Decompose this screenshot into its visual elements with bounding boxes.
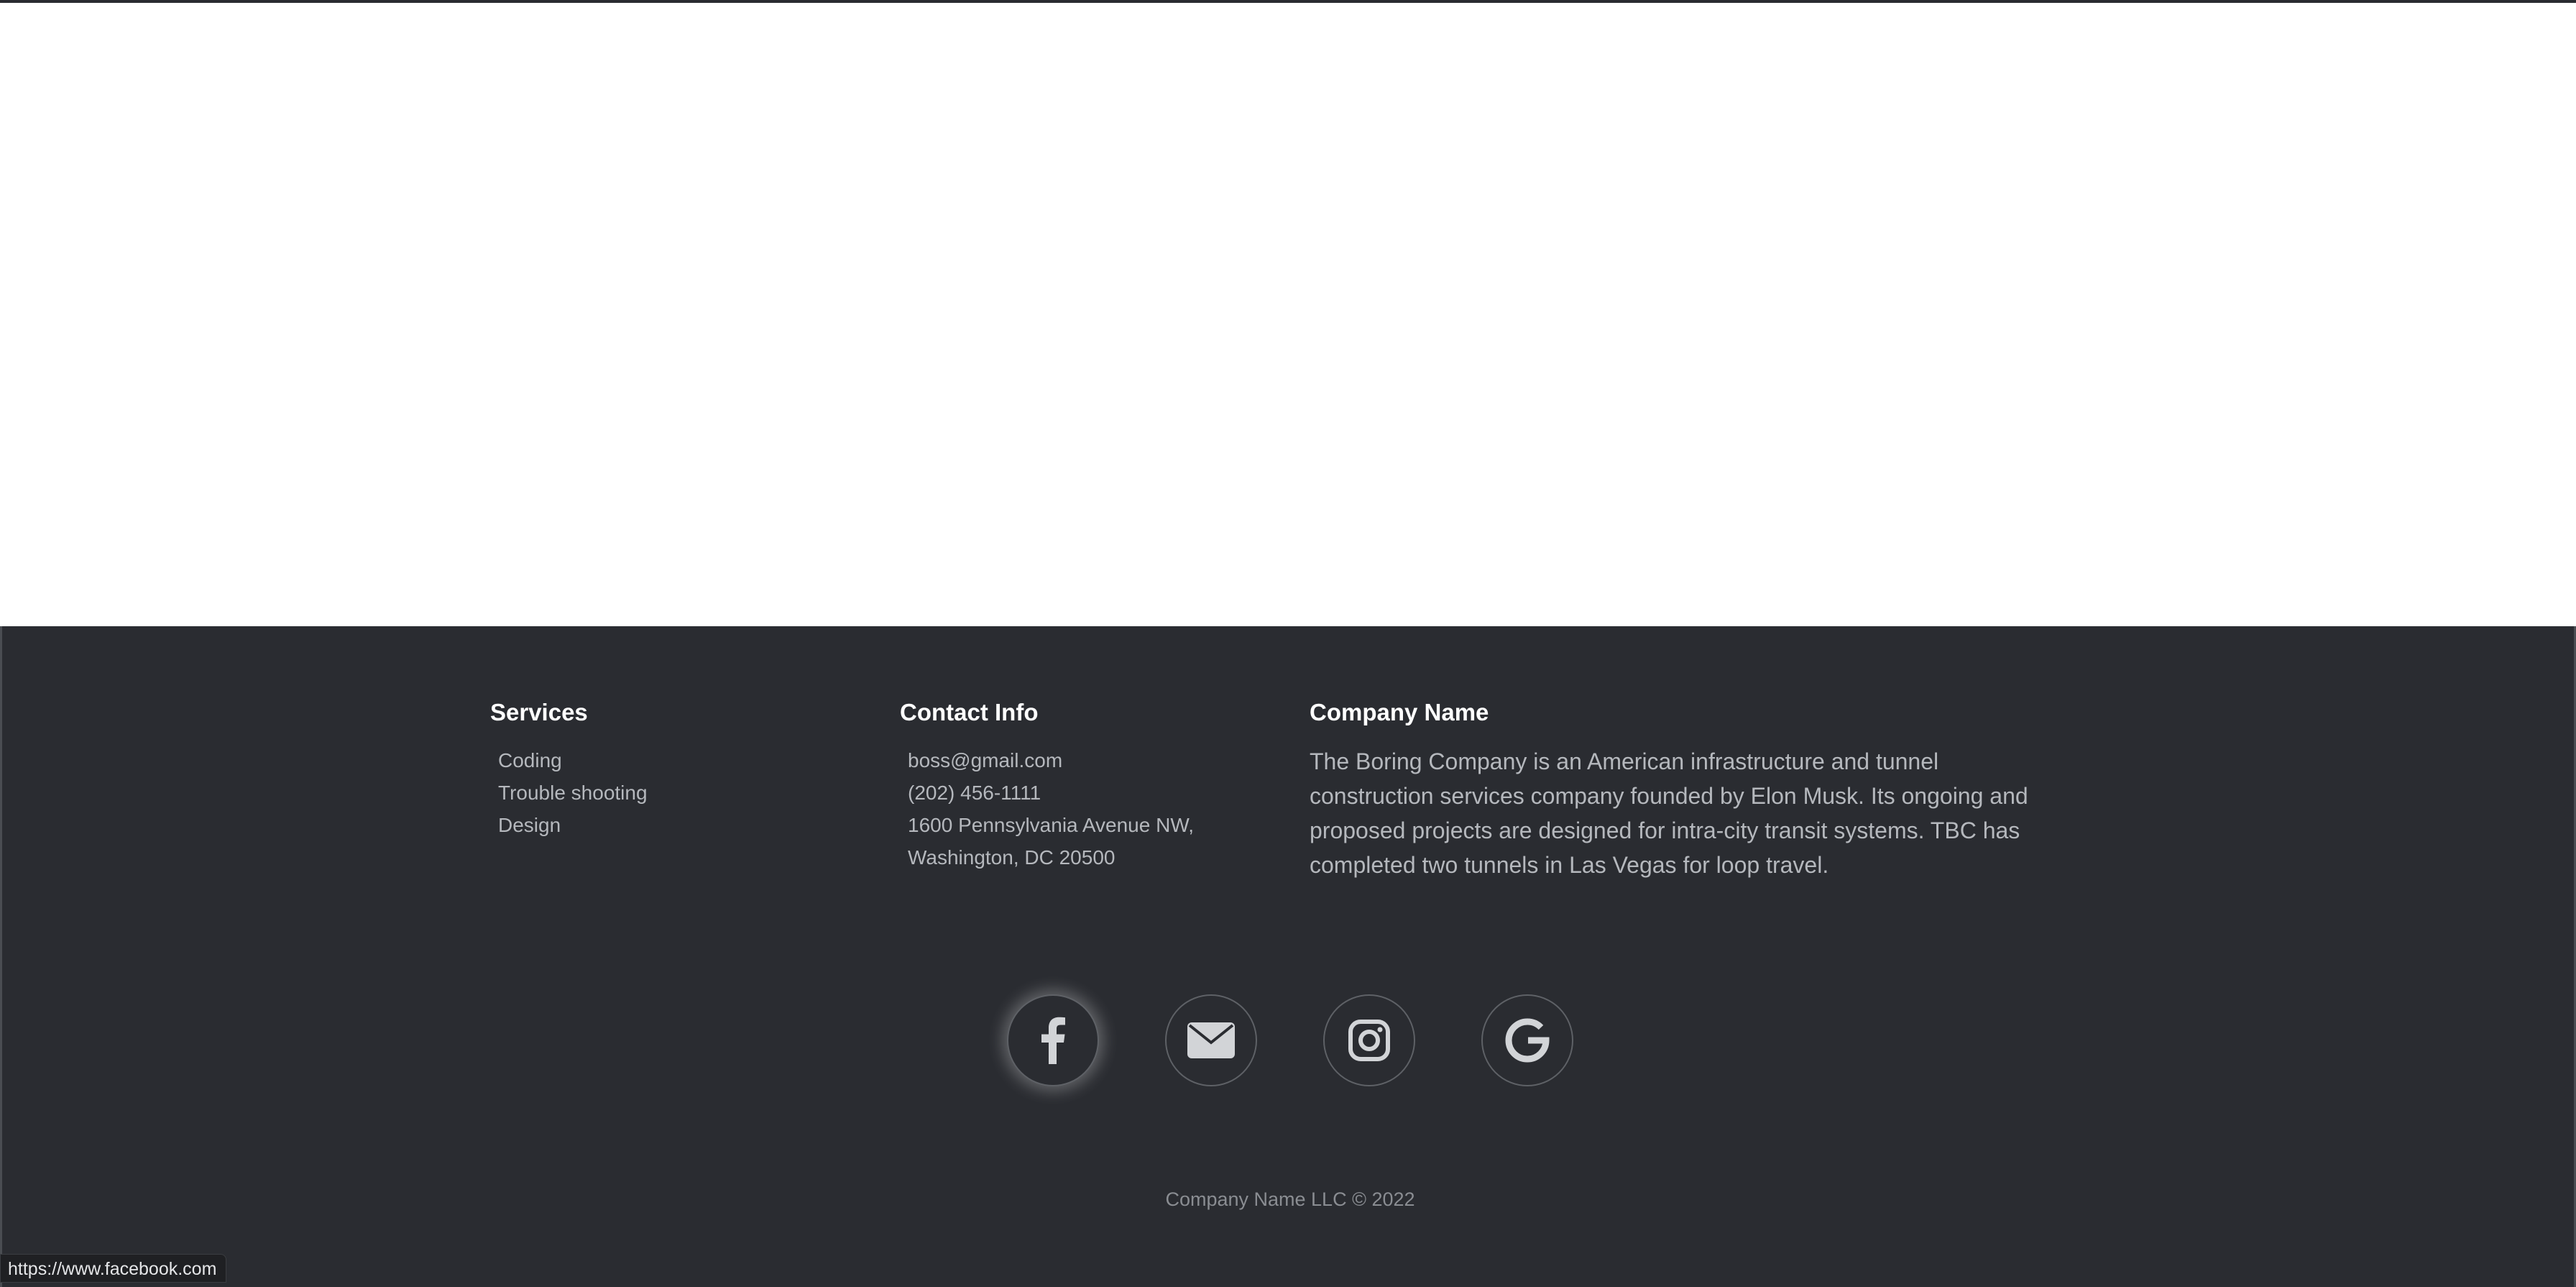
service-item-coding[interactable]: Coding [498, 744, 878, 777]
google-icon [1504, 1017, 1550, 1063]
google-button[interactable] [1481, 994, 1573, 1086]
company-column: Company Name The Boring Company is an Am… [1310, 697, 2057, 882]
service-item-trouble-shooting[interactable]: Trouble shooting [498, 777, 878, 809]
contact-list: boss@gmail.com (202) 456-1111 1600 Penns… [900, 744, 1288, 874]
company-description: The Boring Company is an American infras… [1310, 748, 2028, 878]
contact-address-line1: 1600 Pennsylvania Avenue NW, [908, 814, 1194, 836]
instagram-icon [1348, 1019, 1391, 1062]
service-item-design[interactable]: Design [498, 809, 878, 841]
page-content-area [0, 3, 2576, 626]
email-button[interactable] [1165, 994, 1257, 1086]
instagram-button[interactable] [1323, 994, 1415, 1086]
facebook-icon [1040, 1017, 1066, 1064]
contact-email[interactable]: boss@gmail.com [908, 744, 1288, 777]
contact-column: Contact Info boss@gmail.com (202) 456-11… [900, 697, 1288, 874]
facebook-button[interactable] [1007, 994, 1099, 1086]
services-list: Coding Trouble shooting Design [490, 744, 878, 841]
envelope-icon [1187, 1022, 1235, 1058]
contact-heading: Contact Info [900, 699, 1039, 725]
company-heading: Company Name [1310, 699, 1489, 725]
contact-address-line2: Washington, DC 20500 [908, 846, 1116, 869]
social-links [2, 994, 2576, 1088]
site-footer: Services Coding Trouble shooting Design … [0, 626, 2576, 1287]
services-heading: Services [490, 699, 588, 725]
contact-phone[interactable]: (202) 456-1111 [908, 777, 1288, 809]
browser-status-url: https://www.facebook.com [0, 1254, 227, 1283]
copyright-text: Company Name LLC © 2022 [1165, 1188, 1415, 1210]
services-column: Services Coding Trouble shooting Design [490, 697, 878, 841]
